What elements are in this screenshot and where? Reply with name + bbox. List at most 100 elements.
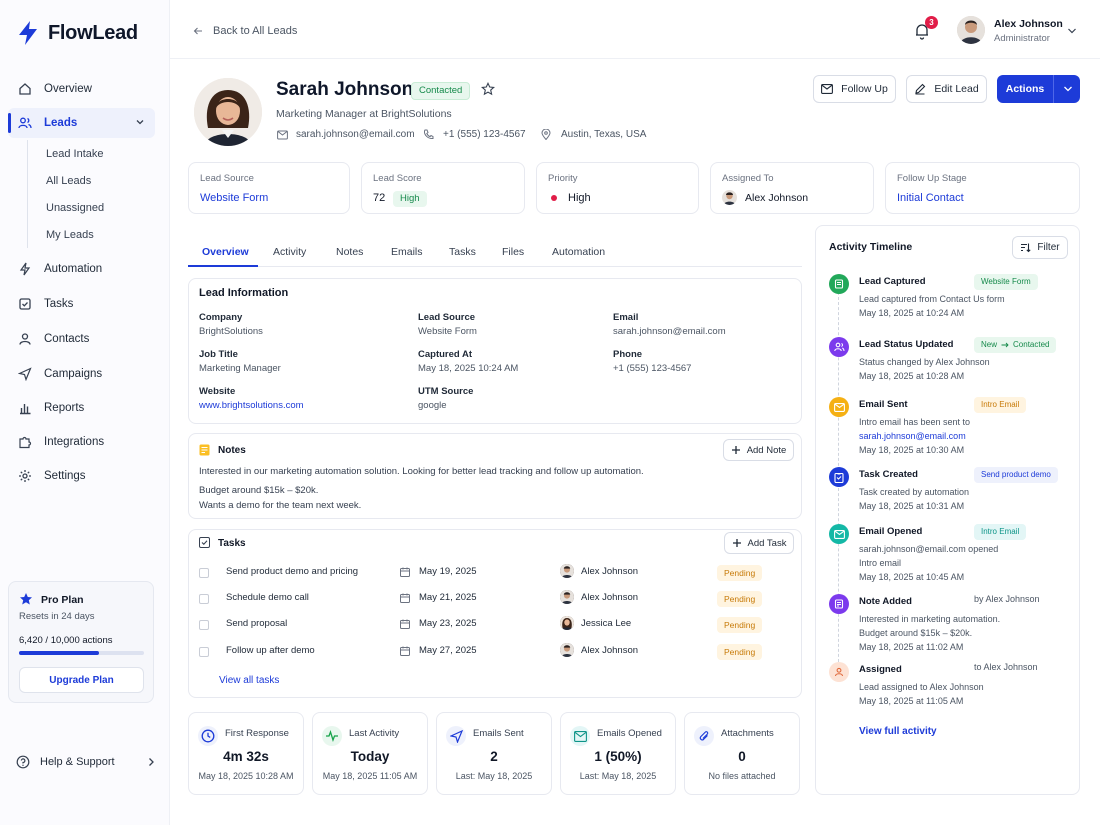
back-link[interactable]: Back to All Leads xyxy=(193,25,297,37)
view-all-tasks-link[interactable]: View all tasks xyxy=(219,675,279,686)
job-title-label: Job Title xyxy=(199,349,238,360)
follow-up-stage-label: Follow Up Stage xyxy=(897,173,967,184)
sidebar-item-tasks[interactable]: Tasks xyxy=(8,289,155,319)
send-icon xyxy=(446,726,466,746)
user-avatar[interactable] xyxy=(957,16,985,44)
phone-label: Phone xyxy=(613,349,643,360)
sidebar-item-reports[interactable]: Reports xyxy=(8,393,155,423)
stat-value: 1 (50%) xyxy=(594,749,642,764)
app-logo[interactable]: FlowLead xyxy=(16,20,138,46)
tab-emails[interactable]: Emails xyxy=(391,246,423,258)
task-assignee-avatar xyxy=(560,643,574,657)
sidebar-subitem-unassigned[interactable]: Unassigned xyxy=(46,202,104,214)
sidebar-item-contacts[interactable]: Contacts xyxy=(8,324,155,354)
sidebar-subitem-lead-intake[interactable]: Lead Intake xyxy=(46,148,104,160)
timeline-item-desc-line: Lead assigned to Alex Johnson xyxy=(859,682,984,692)
home-icon xyxy=(18,82,32,96)
timeline-item-tag: Intro Email xyxy=(974,397,1027,413)
assigned-to-card: Assigned To Alex Johnson xyxy=(710,162,874,214)
task-checkbox[interactable] xyxy=(199,620,209,630)
task-assignee: Alex Johnson xyxy=(581,592,639,603)
lightning-logo-icon xyxy=(16,20,40,46)
task-row[interactable]: Schedule demo call May 21, 2025 Alex Joh… xyxy=(199,589,794,609)
task-name: Schedule demo call xyxy=(226,592,309,603)
sidebar-item-label: Integrations xyxy=(44,436,105,448)
assigned-to-value[interactable]: Alex Johnson xyxy=(745,192,808,204)
task-checkbox[interactable] xyxy=(199,568,209,578)
mail-icon xyxy=(570,726,590,746)
task-checkbox[interactable] xyxy=(199,647,209,657)
stat-title: Last Activity xyxy=(349,728,400,739)
edit-lead-label: Edit Lead xyxy=(934,83,979,95)
tab-notes[interactable]: Notes xyxy=(336,246,363,258)
add-note-button[interactable]: Add Note xyxy=(723,439,794,461)
tab-files[interactable]: Files xyxy=(502,246,524,258)
lead-phone[interactable]: +1 (555) 123-4567 xyxy=(443,129,526,140)
filter-label: Filter xyxy=(1037,242,1060,253)
task-checkbox[interactable] xyxy=(199,594,209,604)
phone-value[interactable]: +1 (555) 123-4567 xyxy=(613,363,691,374)
lead-email[interactable]: sarah.johnson@email.com xyxy=(296,129,415,140)
sidebar-item-automation[interactable]: Automation xyxy=(8,254,155,284)
sidebar-subitem-my-leads[interactable]: My Leads xyxy=(46,229,94,241)
follow-up-button[interactable]: Follow Up xyxy=(813,75,896,103)
sidebar-item-overview[interactable]: Overview xyxy=(8,74,155,104)
plan-card: Pro Plan Resets in 24 days 6,420 / 10,00… xyxy=(8,581,154,703)
tabs-divider xyxy=(188,266,802,267)
email-value[interactable]: sarah.johnson@email.com xyxy=(613,326,726,337)
lead-source-card: Lead Source Website Form xyxy=(188,162,350,214)
timeline-item-desc: Intro email has been sent to sarah.johns… xyxy=(859,415,970,457)
upgrade-plan-button[interactable]: Upgrade Plan xyxy=(19,667,144,693)
website-link[interactable]: www.brightsolutions.com xyxy=(199,400,304,411)
arrow-left-icon xyxy=(193,26,203,36)
help-label: Help & Support xyxy=(40,756,115,768)
sidebar-item-leads[interactable]: Leads xyxy=(8,108,155,138)
sidebar-subitem-all-leads[interactable]: All Leads xyxy=(46,175,91,187)
lead-score-value: 72 xyxy=(373,192,386,204)
arrow-right-icon xyxy=(1001,342,1009,348)
view-full-activity-link[interactable]: View full activity xyxy=(859,726,937,737)
timeline-item-time: May 18, 2025 at 11:05 AM xyxy=(859,696,964,706)
timeline-item-email-link[interactable]: sarah.johnson@email.com xyxy=(859,429,970,443)
task-assignee: Alex Johnson xyxy=(581,566,639,577)
tab-overview[interactable]: Overview xyxy=(202,246,249,258)
add-note-label: Add Note xyxy=(746,444,787,456)
timeline-item-title: Note Added xyxy=(859,596,912,607)
edit-lead-button[interactable]: Edit Lead xyxy=(906,75,987,103)
sidebar-item-integrations[interactable]: Integrations xyxy=(8,427,155,457)
sidebar: FlowLead Overview Leads Lead Intake All … xyxy=(0,0,170,825)
task-row[interactable]: Send product demo and pricing May 19, 20… xyxy=(199,563,794,583)
star-outline-icon[interactable] xyxy=(481,82,495,96)
lead-source-value[interactable]: Website Form xyxy=(200,192,268,204)
follow-up-stage-value[interactable]: Initial Contact xyxy=(897,192,964,204)
sidebar-item-settings[interactable]: Settings xyxy=(8,461,155,491)
help-support-link[interactable]: Help & Support xyxy=(16,755,155,769)
notification-count-badge: 3 xyxy=(925,16,938,29)
document-icon xyxy=(829,274,849,294)
task-status-badge: Pending xyxy=(717,591,763,607)
actions-label: Actions xyxy=(1005,83,1045,95)
notifications-button[interactable]: 3 xyxy=(913,16,938,42)
assigned-to-label: Assigned To xyxy=(722,173,774,184)
timeline-filter-button[interactable]: Filter xyxy=(1012,236,1068,259)
timeline-item-by: by Alex Johnson xyxy=(974,594,1040,604)
add-task-button[interactable]: Add Task xyxy=(724,532,794,554)
sidebar-item-campaigns[interactable]: Campaigns xyxy=(8,359,155,389)
captured-at-label: Captured At xyxy=(418,349,473,360)
tab-automation[interactable]: Automation xyxy=(552,246,605,258)
timeline-item-time: May 18, 2025 at 11:02 AM xyxy=(859,642,964,652)
email-label: Email xyxy=(613,312,639,323)
plan-resets: Resets in 24 days xyxy=(19,611,95,622)
task-row[interactable]: Send proposal May 23, 2025 Jessica Lee P… xyxy=(199,615,794,635)
tab-tasks[interactable]: Tasks xyxy=(449,246,476,258)
submenu-line xyxy=(27,140,28,248)
sidebar-item-label: Settings xyxy=(44,470,86,482)
task-row[interactable]: Follow up after demo May 27, 2025 Alex J… xyxy=(199,642,794,662)
chevron-down-icon xyxy=(135,117,145,127)
timeline-item-desc: Lead assigned to Alex Johnson May 18, 20… xyxy=(859,680,984,708)
calendar-icon xyxy=(400,619,410,629)
chevron-down-icon[interactable] xyxy=(1067,27,1077,35)
tab-activity[interactable]: Activity xyxy=(273,246,306,258)
chevron-down-icon[interactable] xyxy=(1063,85,1073,93)
actions-button[interactable]: Actions xyxy=(997,75,1080,103)
